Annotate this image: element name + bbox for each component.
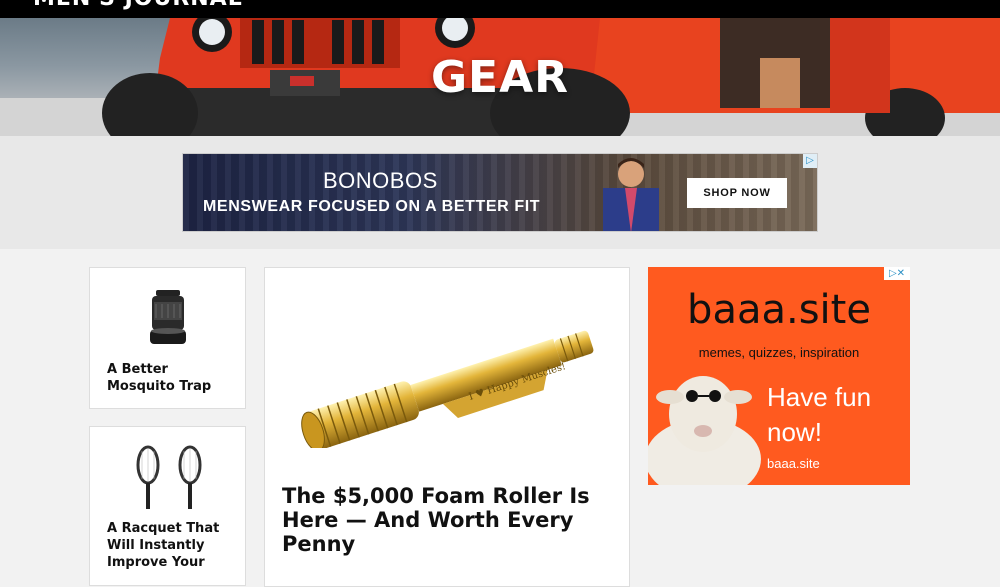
card-title[interactable]: A Better Mosquito Trap	[107, 361, 237, 395]
card-title[interactable]: A Racquet That Will Instantly Improve Yo…	[107, 520, 237, 571]
hero-banner: GEAR	[0, 18, 1000, 136]
featured-article-title[interactable]: The $5,000 Foam Roller Is Here — And Wor…	[282, 484, 612, 556]
model-image	[603, 158, 659, 231]
sheep-with-sunglasses-image	[648, 376, 761, 485]
page-title: GEAR	[430, 52, 570, 103]
ad-band: BONOBOS MENSWEAR FOCUSED ON A BETTER FIT…	[0, 136, 1000, 249]
featured-article-card[interactable]: I ♥ Happy Muscles! The $5,000 Foam Rolle…	[264, 267, 630, 587]
banner-tagline: MENSWEAR FOCUSED ON A BETTER FIT	[203, 198, 541, 215]
article-card[interactable]: A Racquet That Will Instantly Improve Yo…	[89, 426, 246, 586]
site-logo[interactable]: MEN'S JOURNAL	[33, 0, 243, 11]
side-ad[interactable]: ▷✕ baaa.site memes, quizzes, inspiration…	[648, 267, 910, 485]
banner-ad[interactable]: BONOBOS MENSWEAR FOCUSED ON A BETTER FIT…	[182, 153, 818, 232]
banner-brand: BONOBOS	[323, 168, 438, 193]
mosquito-trap-image	[150, 290, 186, 344]
adchoices-icon[interactable]: ▷✕	[884, 267, 910, 280]
side-ad-subtitle: memes, quizzes, inspiration	[698, 345, 860, 360]
gold-foam-roller-image: I ♥ Happy Muscles!	[301, 330, 594, 448]
shop-now-button[interactable]: SHOP NOW	[687, 178, 787, 208]
tennis-racquets-image	[136, 445, 202, 509]
adchoices-icon[interactable]: ▷	[803, 154, 817, 168]
side-ad-brand: baaa.site	[687, 287, 871, 333]
side-ad-headline: Have fun now!	[767, 382, 872, 447]
article-card[interactable]: A Better Mosquito Trap	[89, 267, 246, 409]
top-navbar: MEN'S JOURNAL	[0, 0, 1000, 18]
side-ad-url[interactable]: baaa.site	[767, 456, 820, 471]
